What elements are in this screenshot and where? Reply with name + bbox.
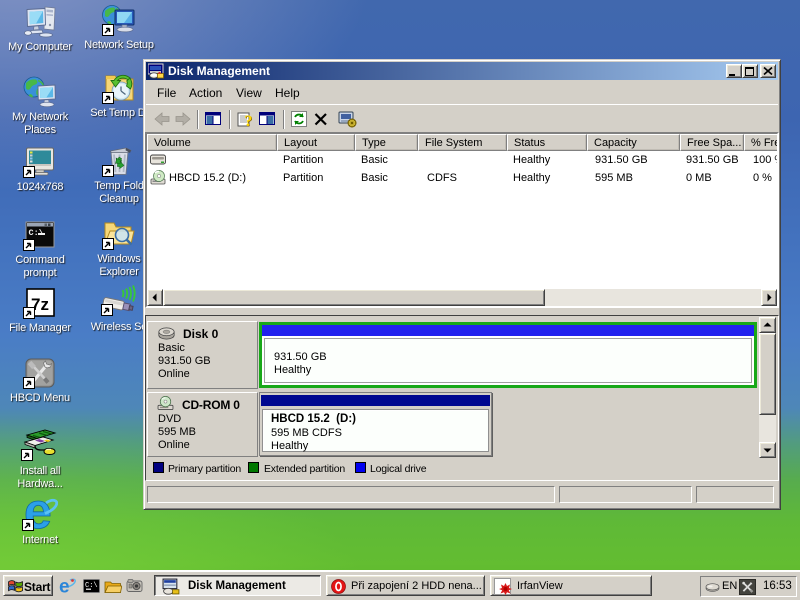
svg-text:e: e: [59, 578, 70, 595]
svg-text:?: ?: [244, 113, 252, 128]
